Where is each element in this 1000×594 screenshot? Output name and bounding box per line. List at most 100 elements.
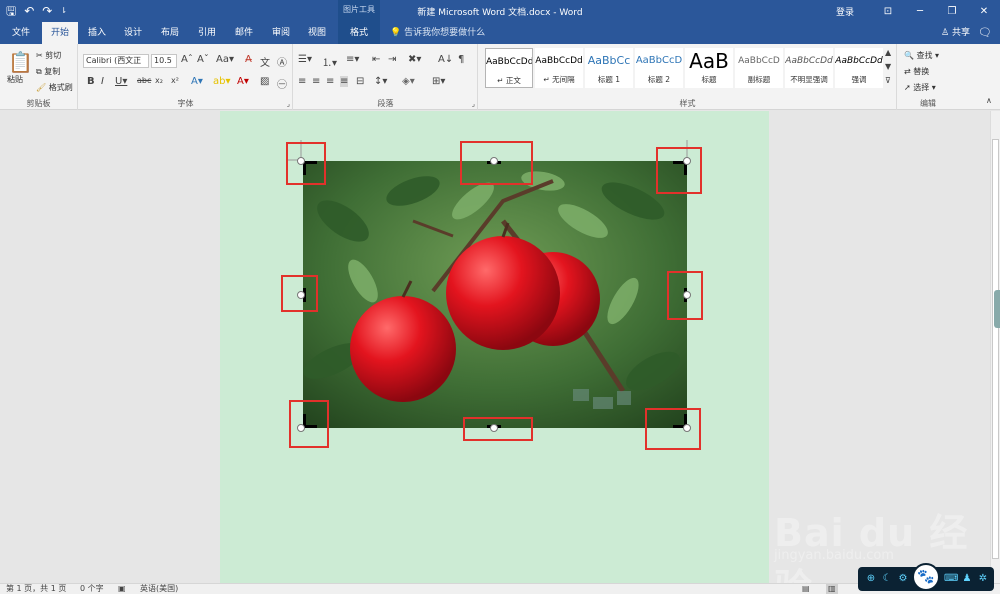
multilevel-list-icon[interactable]: ≡▾: [346, 54, 359, 65]
chinese-layout-icon[interactable]: ✖▾: [408, 54, 421, 65]
proofing-icon[interactable]: ▣: [118, 584, 126, 594]
style-no-spacing[interactable]: AaBbCcDd ↵ 无间隔: [535, 48, 583, 88]
strikethrough-icon[interactable]: abc: [137, 76, 151, 85]
underline-icon[interactable]: U▾: [115, 76, 127, 87]
highlight-icon[interactable]: ab▾: [213, 76, 231, 87]
scissors-icon: ✂: [36, 51, 43, 60]
tab-review[interactable]: 审阅: [264, 22, 298, 44]
font-dialog-launcher-icon[interactable]: ⌟: [287, 100, 290, 108]
replace-button[interactable]: ⇄ 替换: [904, 66, 929, 77]
close-icon[interactable]: ✕: [968, 6, 1000, 17]
login-button[interactable]: 登录: [836, 5, 854, 18]
vertical-scrollbar[interactable]: [990, 111, 1000, 583]
character-shading-icon[interactable]: ▨: [260, 76, 269, 87]
show-marks-icon[interactable]: ¶: [458, 54, 464, 65]
tab-format[interactable]: 格式: [338, 22, 380, 44]
styles-scroll-down-icon[interactable]: ▼: [885, 62, 891, 71]
styles-more-icon[interactable]: ⊽: [885, 76, 891, 85]
style-normal[interactable]: AaBbCcDd ↵ 正文: [485, 48, 533, 88]
numbering-icon[interactable]: ⒈▾: [322, 54, 337, 69]
paste-icon[interactable]: 📋: [8, 50, 33, 74]
word-count[interactable]: 0 个字: [80, 584, 104, 594]
enclose-characters-icon[interactable]: ㊀: [277, 76, 287, 91]
print-layout-icon[interactable]: ▥: [826, 584, 838, 594]
read-mode-icon[interactable]: ▤: [802, 584, 810, 594]
borders-icon[interactable]: ⊞▾: [432, 76, 445, 87]
find-button[interactable]: 🔍 查找 ▾: [904, 50, 939, 61]
scrollbar-thumb[interactable]: [992, 139, 999, 559]
collapse-ribbon-icon[interactable]: ∧: [986, 96, 992, 105]
justify-icon[interactable]: ≡: [340, 76, 349, 87]
phonetic-guide-icon[interactable]: 文: [260, 54, 270, 69]
tab-home[interactable]: 开始: [42, 22, 78, 44]
side-panel-handle[interactable]: [994, 290, 1000, 328]
tab-mailings[interactable]: 邮件: [226, 22, 262, 44]
floating-toolbar-widget[interactable]: ⊕ ☾ ⚙ 🐾 ⌨ ♟ ✲: [858, 563, 994, 591]
font-size-dropdown[interactable]: 10.5: [151, 54, 177, 68]
format-painter-button[interactable]: 🖌 格式刷: [36, 82, 73, 93]
paw-icon[interactable]: 🐾: [912, 563, 940, 591]
subscript-icon[interactable]: x₂: [155, 76, 163, 85]
styles-scroll-up-icon[interactable]: ▲: [885, 48, 891, 57]
paragraph-dialog-launcher-icon[interactable]: ⌟: [472, 100, 475, 108]
tab-references[interactable]: 引用: [190, 22, 224, 44]
tell-me-search[interactable]: 💡 告诉我你想要做什么: [390, 22, 485, 44]
pin-icon[interactable]: ⊕: [864, 572, 878, 586]
tab-view[interactable]: 视图: [300, 22, 334, 44]
style-heading-2[interactable]: AaBbCcD 标题 2: [635, 48, 683, 88]
tab-insert[interactable]: 插入: [80, 22, 114, 44]
superscript-icon[interactable]: x²: [171, 76, 179, 85]
settings-icon[interactable]: ⚙: [896, 572, 910, 586]
align-center-icon[interactable]: ≡: [312, 76, 320, 87]
line-spacing-icon[interactable]: ↕▾: [374, 76, 387, 87]
style-subtle-emphasis[interactable]: AaBbCcDd 不明显强调: [785, 48, 833, 88]
bold-icon[interactable]: B: [87, 76, 95, 87]
sort-icon[interactable]: A↓: [438, 54, 453, 65]
annotation-box-right: [667, 271, 703, 320]
align-right-icon[interactable]: ≡: [326, 76, 334, 87]
language-indicator[interactable]: 英语(美国): [140, 584, 178, 594]
minimize-icon[interactable]: ─: [904, 6, 936, 17]
tab-design[interactable]: 设计: [116, 22, 150, 44]
style-subtitle[interactable]: AaBbCcD 副标题: [735, 48, 783, 88]
keyboard-icon[interactable]: ⌨: [944, 572, 958, 586]
user-icon[interactable]: ♟: [960, 572, 974, 586]
moon-icon[interactable]: ☾: [880, 572, 894, 586]
style-heading-1[interactable]: AaBbCc 标题 1: [585, 48, 633, 88]
select-button[interactable]: ➚ 选择 ▾: [904, 82, 936, 93]
change-case-icon[interactable]: Aa▾: [216, 54, 234, 65]
distributed-icon[interactable]: ⊟: [356, 76, 364, 87]
apple-photo[interactable]: [303, 161, 687, 428]
decrease-indent-icon[interactable]: ⇤: [372, 54, 380, 65]
shading-icon[interactable]: ◈▾: [402, 76, 415, 87]
italic-icon[interactable]: I: [101, 76, 104, 87]
cut-label: 剪切: [45, 51, 62, 60]
grow-font-icon[interactable]: Aˆ: [181, 54, 193, 65]
share-button[interactable]: ♙ 共享: [941, 22, 970, 44]
style-title[interactable]: AaB 标题: [685, 48, 733, 88]
align-left-icon[interactable]: ≡: [298, 76, 306, 87]
tab-layout[interactable]: 布局: [152, 22, 188, 44]
style-sample: AaBbCcDd: [835, 56, 883, 66]
font-color-icon[interactable]: A▾: [237, 76, 249, 87]
ribbon-display-options-icon[interactable]: ⊡: [872, 6, 904, 17]
clear-formatting-icon[interactable]: A̶: [245, 54, 252, 65]
text-effects-icon[interactable]: A▾: [191, 76, 203, 87]
bullets-icon[interactable]: ☰▾: [298, 54, 312, 65]
page-count[interactable]: 第 1 页，共 1 页: [6, 584, 66, 594]
restore-icon[interactable]: ❐: [936, 6, 968, 17]
comment-icon[interactable]: 🗨: [978, 26, 992, 39]
character-border-icon[interactable]: Ⓐ: [277, 54, 287, 69]
tab-file[interactable]: 文件: [4, 22, 38, 44]
cut-button[interactable]: ✂ 剪切: [36, 50, 61, 61]
watermark-url: jingyan.baidu.com: [774, 548, 894, 563]
font-name-dropdown[interactable]: Calibri (西文正: [83, 54, 149, 68]
style-emphasis[interactable]: AaBbCcDd 强调: [835, 48, 883, 88]
styles-gallery: AaBbCcDd ↵ 正文 AaBbCcDd ↵ 无间隔 AaBbCc 标题 1…: [483, 48, 893, 92]
gear-icon[interactable]: ✲: [976, 572, 990, 586]
share-label: 共享: [951, 28, 970, 38]
copy-button[interactable]: ⧉ 复制: [36, 66, 60, 77]
paste-button[interactable]: 粘贴: [7, 74, 23, 85]
increase-indent-icon[interactable]: ⇥: [388, 54, 396, 65]
shrink-font-icon[interactable]: Aˇ: [197, 54, 209, 65]
